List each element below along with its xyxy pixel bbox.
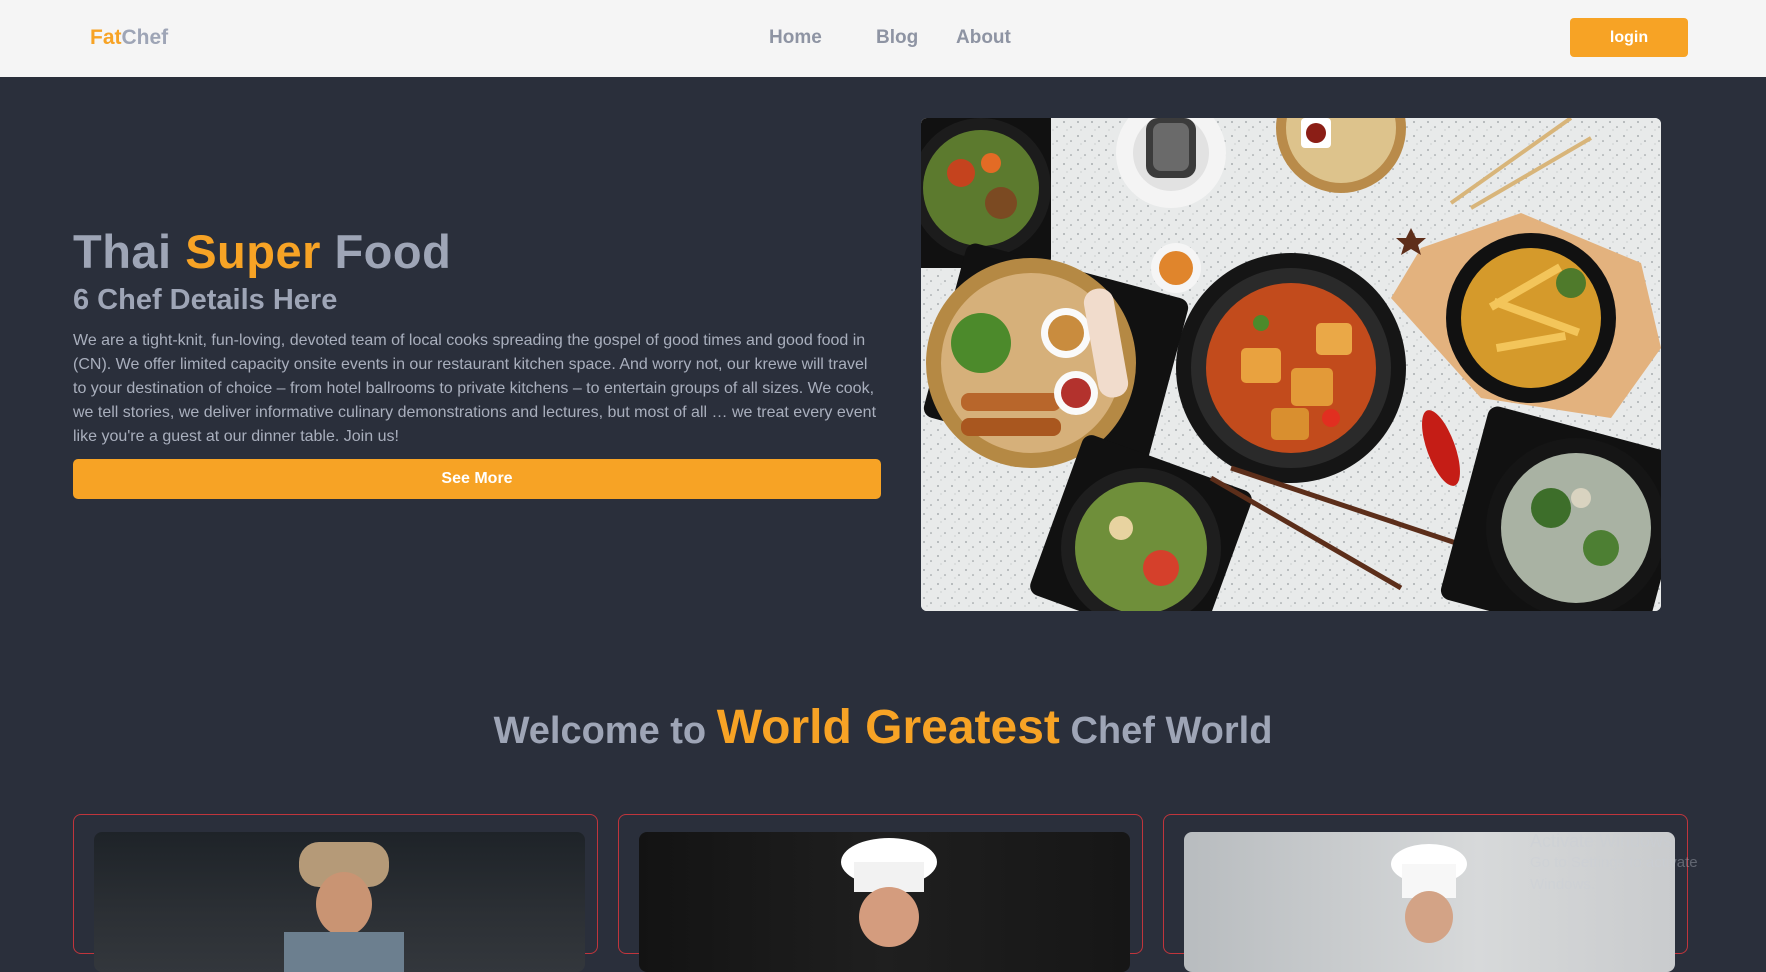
login-button[interactable]: login [1570, 18, 1688, 57]
welcome-accent: World Greatest [716, 701, 1060, 754]
chef-card[interactable] [73, 814, 598, 972]
navbar: FatChef Home Blog About login [0, 0, 1766, 77]
welcome-part2: Chef World [1070, 710, 1273, 752]
watermark-subtitle: Go to Settings to activate Windows. [1530, 854, 1698, 893]
watermark-title: Activate Windows [1530, 831, 1673, 851]
chef-photo [639, 832, 1130, 972]
chef-photo [94, 832, 585, 972]
hero-title-part1: Thai [73, 225, 172, 278]
hero-title-part2: Food [334, 225, 452, 278]
chef-figure [284, 842, 404, 972]
hero-subtitle: 6 Chef Details Here [73, 284, 338, 316]
chef-figure [841, 838, 937, 947]
hero-title: Thai Super Food [73, 222, 883, 282]
bowl-top-left [921, 118, 1051, 268]
nav-links: Home Blog About [0, 27, 1766, 51]
nav-about-link[interactable]: About [956, 27, 1011, 49]
nav-home-link[interactable]: Home [769, 27, 822, 49]
food-spread-illustration [921, 118, 1661, 611]
welcome-part1: Welcome to [493, 710, 707, 752]
hero-section: Thai Super Food 6 Chef Details Here We a… [73, 222, 883, 499]
see-more-button[interactable]: See More [73, 459, 881, 499]
activate-windows-watermark: Activate Windows Go to Settings to activ… [1530, 830, 1760, 896]
hero-title-accent: Super [185, 225, 321, 278]
hero-description: We are a tight-knit, fun-loving, devoted… [73, 332, 877, 445]
nav-blog-link[interactable]: Blog [876, 27, 918, 49]
welcome-heading: Welcome to World Greatest Chef World [0, 700, 1766, 755]
center-bowl [1176, 253, 1406, 483]
hero-food-image [921, 118, 1661, 611]
chef-card[interactable] [618, 814, 1143, 972]
